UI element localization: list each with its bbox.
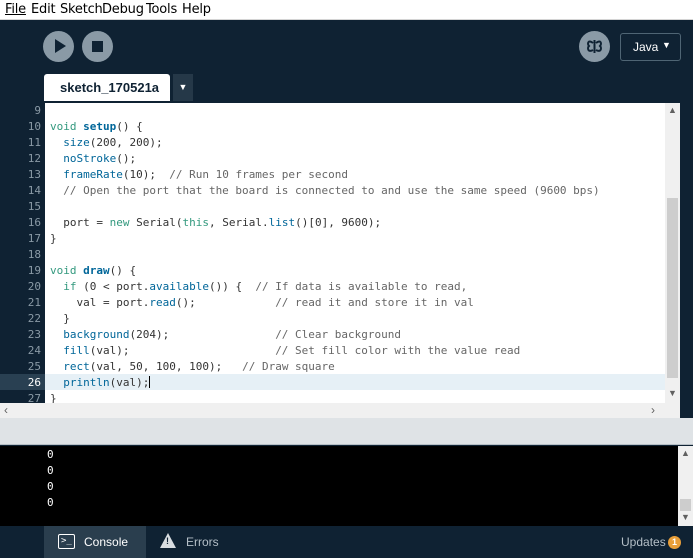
message-area-divider[interactable] — [0, 418, 693, 445]
tab-sketch[interactable]: sketch_170521a — [44, 74, 170, 101]
menu-edit-label: Edit — [31, 2, 56, 17]
editor-right-margin — [680, 103, 693, 418]
line-number: 18 — [27, 248, 41, 261]
tab-menu-chevron-down-icon: ▼ — [178, 82, 188, 92]
updates-count-badge: 1 — [668, 536, 681, 549]
tab-errors-label: Errors — [186, 535, 219, 549]
line-number: 17 — [27, 232, 41, 245]
mode-select[interactable]: Java ▼ — [620, 33, 681, 61]
console-line: 0 — [47, 480, 54, 493]
debug-button[interactable] — [579, 31, 610, 62]
run-button[interactable] — [43, 31, 74, 62]
line-number-current: 26 — [27, 376, 41, 389]
mode-chevron-down-icon: ▼ — [662, 40, 671, 50]
line-number: 23 — [27, 328, 41, 341]
code-line: noStroke(); — [63, 152, 137, 165]
code-line: // Open the port that the board is conne… — [50, 184, 600, 197]
code-line: background(204); // Clear background — [63, 328, 402, 341]
scroll-up-icon[interactable]: ▲ — [678, 448, 693, 458]
menu-sketch-label: Sketch — [60, 2, 103, 17]
tab-sketch-label: sketch_170521a — [60, 80, 160, 95]
tab-errors[interactable]: ! Errors — [146, 526, 236, 558]
line-number: 15 — [27, 200, 41, 213]
tab-console-label: Console — [84, 535, 129, 549]
stop-icon — [92, 41, 103, 52]
menu-debug[interactable]: Debug — [102, 2, 144, 17]
line-number: 10 — [27, 120, 41, 133]
line-number: 9 — [34, 104, 41, 117]
code-line: rect(val, 50, 100, 100); // Draw square — [63, 360, 335, 373]
line-number: 21 — [27, 296, 41, 309]
code-line: } — [50, 392, 57, 403]
line-number: 25 — [27, 360, 41, 373]
stop-button[interactable] — [82, 31, 113, 62]
scroll-down-icon[interactable]: ▼ — [665, 388, 680, 398]
tab-menu-button[interactable]: ▼ — [173, 74, 193, 101]
console-line: 0 — [47, 448, 54, 461]
menu-file-label: File — [5, 2, 26, 17]
menu-help[interactable]: Help — [182, 2, 211, 17]
function-name: setup — [83, 120, 117, 133]
scroll-thumb[interactable] — [667, 198, 678, 378]
menu-tools-label: Tools — [146, 2, 178, 17]
code-line: void setup() { — [50, 120, 143, 133]
scroll-down-icon[interactable]: ▼ — [678, 512, 693, 522]
console-icon: >_ — [58, 534, 75, 549]
code-line: val = port.read(); // read it and store … — [50, 296, 474, 309]
console-scrollbar[interactable]: ▲ ▼ — [678, 446, 693, 526]
menu-sketch[interactable]: Sketch — [60, 2, 103, 17]
code-line: } — [50, 312, 70, 325]
scroll-left-icon[interactable]: ‹ — [4, 403, 8, 417]
code-line: port = new Serial(this, Serial.list()[0]… — [50, 216, 382, 229]
menu-tools[interactable]: Tools — [146, 2, 177, 17]
text-caret — [149, 376, 151, 388]
line-number: 13 — [27, 168, 41, 181]
line-number: 20 — [27, 280, 41, 293]
scrollbar-corner — [665, 403, 680, 418]
code-line: frameRate(10); // Run 10 frames per seco… — [63, 168, 349, 181]
line-number: 12 — [27, 152, 41, 165]
scroll-thumb[interactable] — [680, 499, 691, 511]
menu-edit[interactable]: Edit — [31, 2, 56, 17]
menu-debug-label: Debug — [102, 2, 144, 17]
editor-horizontal-scrollbar[interactable]: ‹ › — [0, 403, 665, 418]
line-number: 11 — [27, 136, 41, 149]
code-line: size(200, 200); — [63, 136, 163, 149]
butterfly-icon — [587, 40, 602, 53]
line-number: 16 — [27, 216, 41, 229]
line-number: 14 — [27, 184, 41, 197]
menu-bar: File Edit Sketch Debug Tools Help — [0, 0, 693, 20]
scroll-up-icon[interactable]: ▲ — [665, 105, 680, 115]
console-output[interactable]: 0 0 0 0 — [0, 446, 678, 526]
tab-console[interactable]: >_ Console — [44, 526, 146, 558]
console-line: 0 — [47, 496, 54, 509]
line-number-gutter: 9 10 11 12 13 14 15 16 17 18 19 20 21 22… — [0, 103, 45, 405]
code-line: } — [50, 232, 57, 245]
scroll-right-icon[interactable]: › — [651, 403, 655, 417]
menu-file[interactable]: File — [5, 2, 26, 17]
footer-bar: >_ Console ! Errors Updates 1 — [0, 526, 693, 558]
line-number: 22 — [27, 312, 41, 325]
warning-icon: ! — [160, 533, 176, 548]
updates-link[interactable]: Updates — [621, 535, 666, 549]
keyword: void — [50, 120, 77, 133]
editor-vertical-scrollbar[interactable]: ▲ ▼ — [665, 103, 680, 403]
mode-label: Java — [633, 40, 659, 54]
code-editor[interactable]: void setup() { size(200, 200); noStroke(… — [45, 103, 665, 403]
console-line: 0 — [47, 464, 54, 477]
code-line: if (0 < port.available()) { // If data i… — [63, 280, 468, 293]
code-line: void draw() { — [50, 264, 137, 277]
line-number: 24 — [27, 344, 41, 357]
line-number: 19 — [27, 264, 41, 277]
menu-help-label: Help — [182, 2, 211, 17]
play-icon — [55, 39, 66, 53]
code-line: fill(val); // Set fill color with the va… — [63, 344, 521, 357]
code-line-current: println(val); — [63, 376, 151, 389]
